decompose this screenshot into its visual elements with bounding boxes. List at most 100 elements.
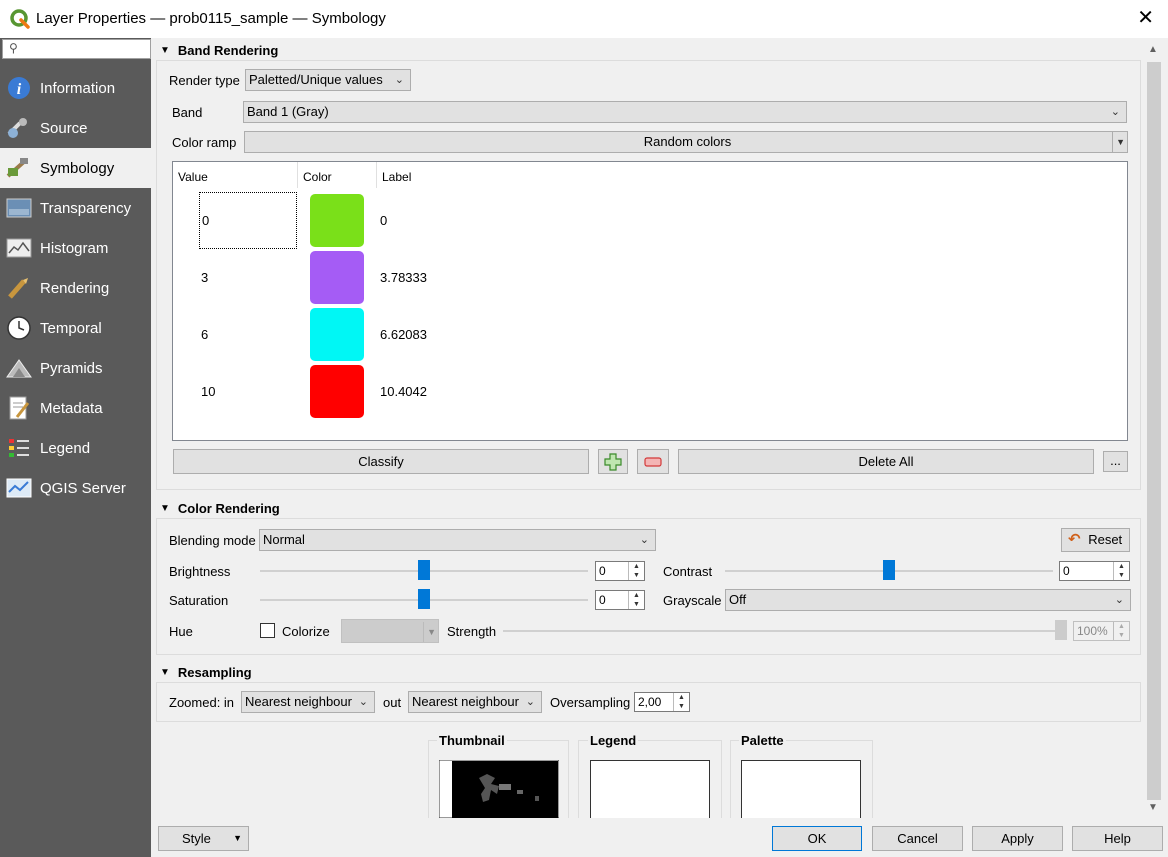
zoomed-out-select[interactable]: Nearest neighbour ⌄ bbox=[408, 691, 542, 713]
rendering-icon bbox=[5, 275, 33, 301]
vertical-scrollbar[interactable]: ▲ ▼ bbox=[1143, 40, 1165, 818]
sidebar-item-transparency[interactable]: Transparency bbox=[0, 188, 151, 228]
symbology-icon bbox=[5, 155, 33, 181]
sidebar-item-information[interactable]: i Information bbox=[0, 68, 151, 108]
oversampling-label: Oversampling bbox=[550, 695, 631, 710]
brightness-spinbox[interactable]: 0 ▲ ▼ bbox=[595, 561, 645, 581]
colorize-label: Colorize bbox=[282, 624, 330, 639]
delete-all-button[interactable]: Delete All bbox=[678, 449, 1094, 474]
band-rendering-header[interactable]: ▼ Band Rendering bbox=[160, 43, 278, 58]
saturation-spinbox[interactable]: 0 ▲ ▼ bbox=[595, 590, 645, 610]
sidebar-item-metadata[interactable]: Metadata bbox=[0, 388, 151, 428]
zoomed-in-label: Zoomed: in bbox=[169, 695, 235, 710]
contrast-label: Contrast bbox=[663, 564, 713, 579]
contrast-spinbox[interactable]: 0 ▲ ▼ bbox=[1059, 561, 1130, 581]
saturation-slider-handle[interactable] bbox=[418, 589, 430, 609]
chevron-down-icon: ⌄ bbox=[1114, 594, 1124, 606]
sidebar-item-symbology[interactable]: Symbology bbox=[0, 148, 151, 188]
strength-slider-handle[interactable] bbox=[1055, 620, 1067, 640]
grayscale-select[interactable]: Off ⌄ bbox=[725, 589, 1131, 611]
color-swatch[interactable] bbox=[310, 251, 364, 304]
apply-button[interactable]: Apply bbox=[972, 826, 1063, 851]
oversampling-spinbox[interactable]: 2,00 ▲ ▼ bbox=[634, 692, 690, 712]
scrollbar-thumb[interactable] bbox=[1147, 62, 1161, 800]
blending-mode-select[interactable]: Normal ⌄ bbox=[259, 529, 656, 551]
color-swatch[interactable] bbox=[310, 365, 364, 418]
color-ramp-label: Color ramp bbox=[172, 135, 237, 150]
column-header-label[interactable]: Label bbox=[382, 170, 411, 184]
spin-arrows-icon[interactable]: ▲ ▼ bbox=[628, 562, 644, 580]
brightness-label: Brightness bbox=[169, 564, 231, 579]
add-value-button[interactable] bbox=[598, 449, 628, 474]
more-options-button[interactable]: ... bbox=[1103, 451, 1128, 472]
color-ramp-select[interactable]: Random colors ▼ bbox=[244, 131, 1128, 153]
collapse-triangle-icon: ▼ bbox=[160, 45, 170, 56]
sidebar-item-source[interactable]: Source bbox=[0, 108, 151, 148]
sidebar-item-label: Pyramids bbox=[40, 359, 103, 377]
pyramids-icon bbox=[5, 355, 33, 381]
reset-button[interactable]: ↶ Reset bbox=[1061, 528, 1130, 552]
column-header-color[interactable]: Color bbox=[303, 170, 332, 184]
color-swatch[interactable] bbox=[310, 308, 364, 361]
spin-arrows-icon[interactable]: ▲ ▼ bbox=[628, 591, 644, 609]
scroll-down-icon[interactable]: ▼ bbox=[1148, 802, 1158, 813]
table-cell-label[interactable]: 3.78333 bbox=[380, 270, 427, 285]
classify-button[interactable]: Classify bbox=[173, 449, 589, 474]
server-icon bbox=[5, 475, 33, 501]
cancel-button[interactable]: Cancel bbox=[872, 826, 963, 851]
table-cell-label[interactable]: 6.62083 bbox=[380, 327, 427, 342]
table-cell-label[interactable]: 0 bbox=[380, 213, 387, 228]
strength-spinbox[interactable]: 100% ▲ ▼ bbox=[1073, 621, 1130, 641]
column-header-value[interactable]: Value bbox=[178, 170, 208, 184]
scroll-up-icon[interactable]: ▲ bbox=[1148, 44, 1158, 55]
sidebar-item-qgis-server[interactable]: QGIS Server bbox=[0, 468, 151, 508]
sidebar-item-histogram[interactable]: Histogram bbox=[0, 228, 151, 268]
resampling-header[interactable]: ▼ Resampling bbox=[160, 665, 252, 680]
table-cell-value[interactable]: 3 bbox=[201, 270, 208, 285]
contrast-slider-handle[interactable] bbox=[883, 560, 895, 580]
colorize-color-button[interactable]: ▼ bbox=[341, 619, 439, 643]
palette-table[interactable]: Value Color Label 0 0 3 3.78333 6 6.6208… bbox=[172, 161, 1128, 441]
sidebar-item-label: Information bbox=[40, 79, 116, 97]
ok-button[interactable]: OK bbox=[772, 826, 862, 851]
histogram-icon bbox=[5, 235, 33, 261]
sidebar-item-label: Metadata bbox=[40, 399, 103, 417]
sidebar-item-label: Histogram bbox=[40, 239, 109, 257]
band-select[interactable]: Band 1 (Gray) ⌄ bbox=[243, 101, 1127, 123]
chevron-down-icon: ⌄ bbox=[639, 534, 649, 546]
color-ramp-dropdown-icon[interactable]: ▼ bbox=[1112, 132, 1125, 152]
spin-arrows-icon[interactable]: ▲ ▼ bbox=[673, 693, 689, 711]
chevron-down-icon: ⌄ bbox=[525, 696, 535, 708]
sidebar-item-label: QGIS Server bbox=[40, 479, 126, 497]
spin-arrows-icon[interactable]: ▲ ▼ bbox=[1113, 622, 1129, 640]
remove-value-button[interactable] bbox=[637, 449, 669, 474]
render-type-label: Render type bbox=[169, 73, 240, 88]
help-button[interactable]: Help bbox=[1072, 826, 1163, 851]
table-cell-value[interactable]: 6 bbox=[201, 327, 208, 342]
thumbnail-image bbox=[439, 760, 559, 818]
table-cell-value[interactable]: 10 bbox=[201, 384, 215, 399]
zoomed-in-select[interactable]: Nearest neighbour ⌄ bbox=[241, 691, 375, 713]
clock-icon bbox=[5, 315, 33, 341]
table-cell-label[interactable]: 10.4042 bbox=[380, 384, 427, 399]
style-button[interactable]: Style ▼ bbox=[158, 826, 249, 851]
sidebar-item-temporal[interactable]: Temporal bbox=[0, 308, 151, 348]
svg-text:i: i bbox=[17, 81, 22, 98]
close-icon[interactable]: ✕ bbox=[1137, 8, 1154, 28]
minus-icon bbox=[644, 457, 662, 467]
sidebar-item-legend[interactable]: Legend bbox=[0, 428, 151, 468]
search-input[interactable]: ⚲ bbox=[2, 39, 151, 59]
color-swatch[interactable] bbox=[310, 194, 364, 247]
sidebar-item-pyramids[interactable]: Pyramids bbox=[0, 348, 151, 388]
strength-slider[interactable] bbox=[503, 630, 1063, 632]
strength-label: Strength bbox=[447, 624, 497, 639]
sidebar-item-rendering[interactable]: Rendering bbox=[0, 268, 151, 308]
spin-arrows-icon[interactable]: ▲ ▼ bbox=[1113, 562, 1129, 580]
table-cell-value[interactable]: 0 bbox=[199, 192, 297, 249]
brightness-slider-handle[interactable] bbox=[418, 560, 430, 580]
undo-icon: ↶ bbox=[1068, 531, 1081, 548]
colorize-checkbox[interactable] bbox=[260, 623, 275, 638]
render-type-select[interactable]: Paletted/Unique values ⌄ bbox=[245, 69, 411, 91]
chevron-down-icon: ▼ bbox=[423, 622, 436, 642]
color-rendering-header[interactable]: ▼ Color Rendering bbox=[160, 501, 280, 516]
